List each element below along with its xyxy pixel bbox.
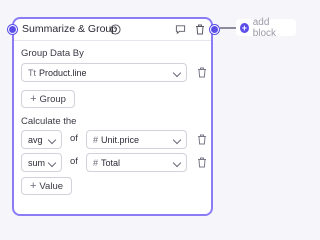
- chevron-down-icon: [172, 135, 182, 145]
- aggregation-field-value: Total: [101, 157, 121, 168]
- plus-icon: +: [30, 92, 37, 105]
- add-icon: +: [240, 22, 249, 33]
- text-type-icon: Tt: [28, 67, 36, 78]
- delete-block-icon[interactable]: [195, 24, 205, 35]
- add-group-button[interactable]: + Group: [21, 90, 75, 108]
- add-block-label: add block: [252, 16, 277, 39]
- svg-text:?: ?: [114, 27, 118, 34]
- aggregation-function-value: sum: [28, 157, 46, 168]
- add-value-label: Value: [39, 180, 64, 192]
- aggregation-field-value: Unit.price: [101, 134, 140, 145]
- block-title: Summarize & Group: [22, 23, 118, 35]
- add-value-button[interactable]: + Value: [21, 177, 72, 195]
- summarize-group-block: Summarize & Group ? Group Data By Tt Pro…: [8, 17, 219, 216]
- output-handle[interactable]: [210, 25, 219, 34]
- info-icon[interactable]: ?: [110, 24, 121, 35]
- aggregation-field-select[interactable]: # Unit.price: [86, 130, 187, 149]
- aggregation-function-select[interactable]: avg: [21, 130, 62, 149]
- delete-aggregation-icon[interactable]: [197, 157, 207, 168]
- chevron-down-icon: [47, 135, 57, 145]
- chevron-down-icon: [172, 158, 182, 168]
- of-label: of: [70, 156, 78, 167]
- add-group-label: Group: [39, 93, 66, 105]
- chevron-down-icon: [47, 158, 57, 168]
- plus-icon: +: [29, 179, 37, 192]
- group-field-value: Product.line: [39, 67, 87, 78]
- of-label: of: [70, 133, 78, 144]
- delete-aggregation-icon[interactable]: [197, 134, 207, 145]
- aggregation-field-select[interactable]: # Total: [86, 153, 187, 172]
- group-data-by-label: Group Data By: [21, 48, 84, 59]
- group-field-select[interactable]: Tt Product.line: [21, 63, 187, 82]
- block-header: Summarize & Group ?: [14, 19, 211, 41]
- number-type-icon: #: [93, 157, 99, 168]
- input-handle[interactable]: [8, 25, 17, 34]
- connector-line: [220, 27, 236, 29]
- chevron-down-icon: [172, 68, 182, 78]
- number-type-icon: #: [93, 134, 99, 145]
- calculate-the-label: Calculate the: [21, 116, 77, 127]
- comment-icon[interactable]: [175, 24, 186, 35]
- aggregation-function-select[interactable]: sum: [21, 153, 62, 172]
- add-block-button[interactable]: + add block: [236, 16, 296, 39]
- aggregation-function-value: avg: [28, 134, 43, 145]
- delete-group-icon[interactable]: [197, 67, 207, 78]
